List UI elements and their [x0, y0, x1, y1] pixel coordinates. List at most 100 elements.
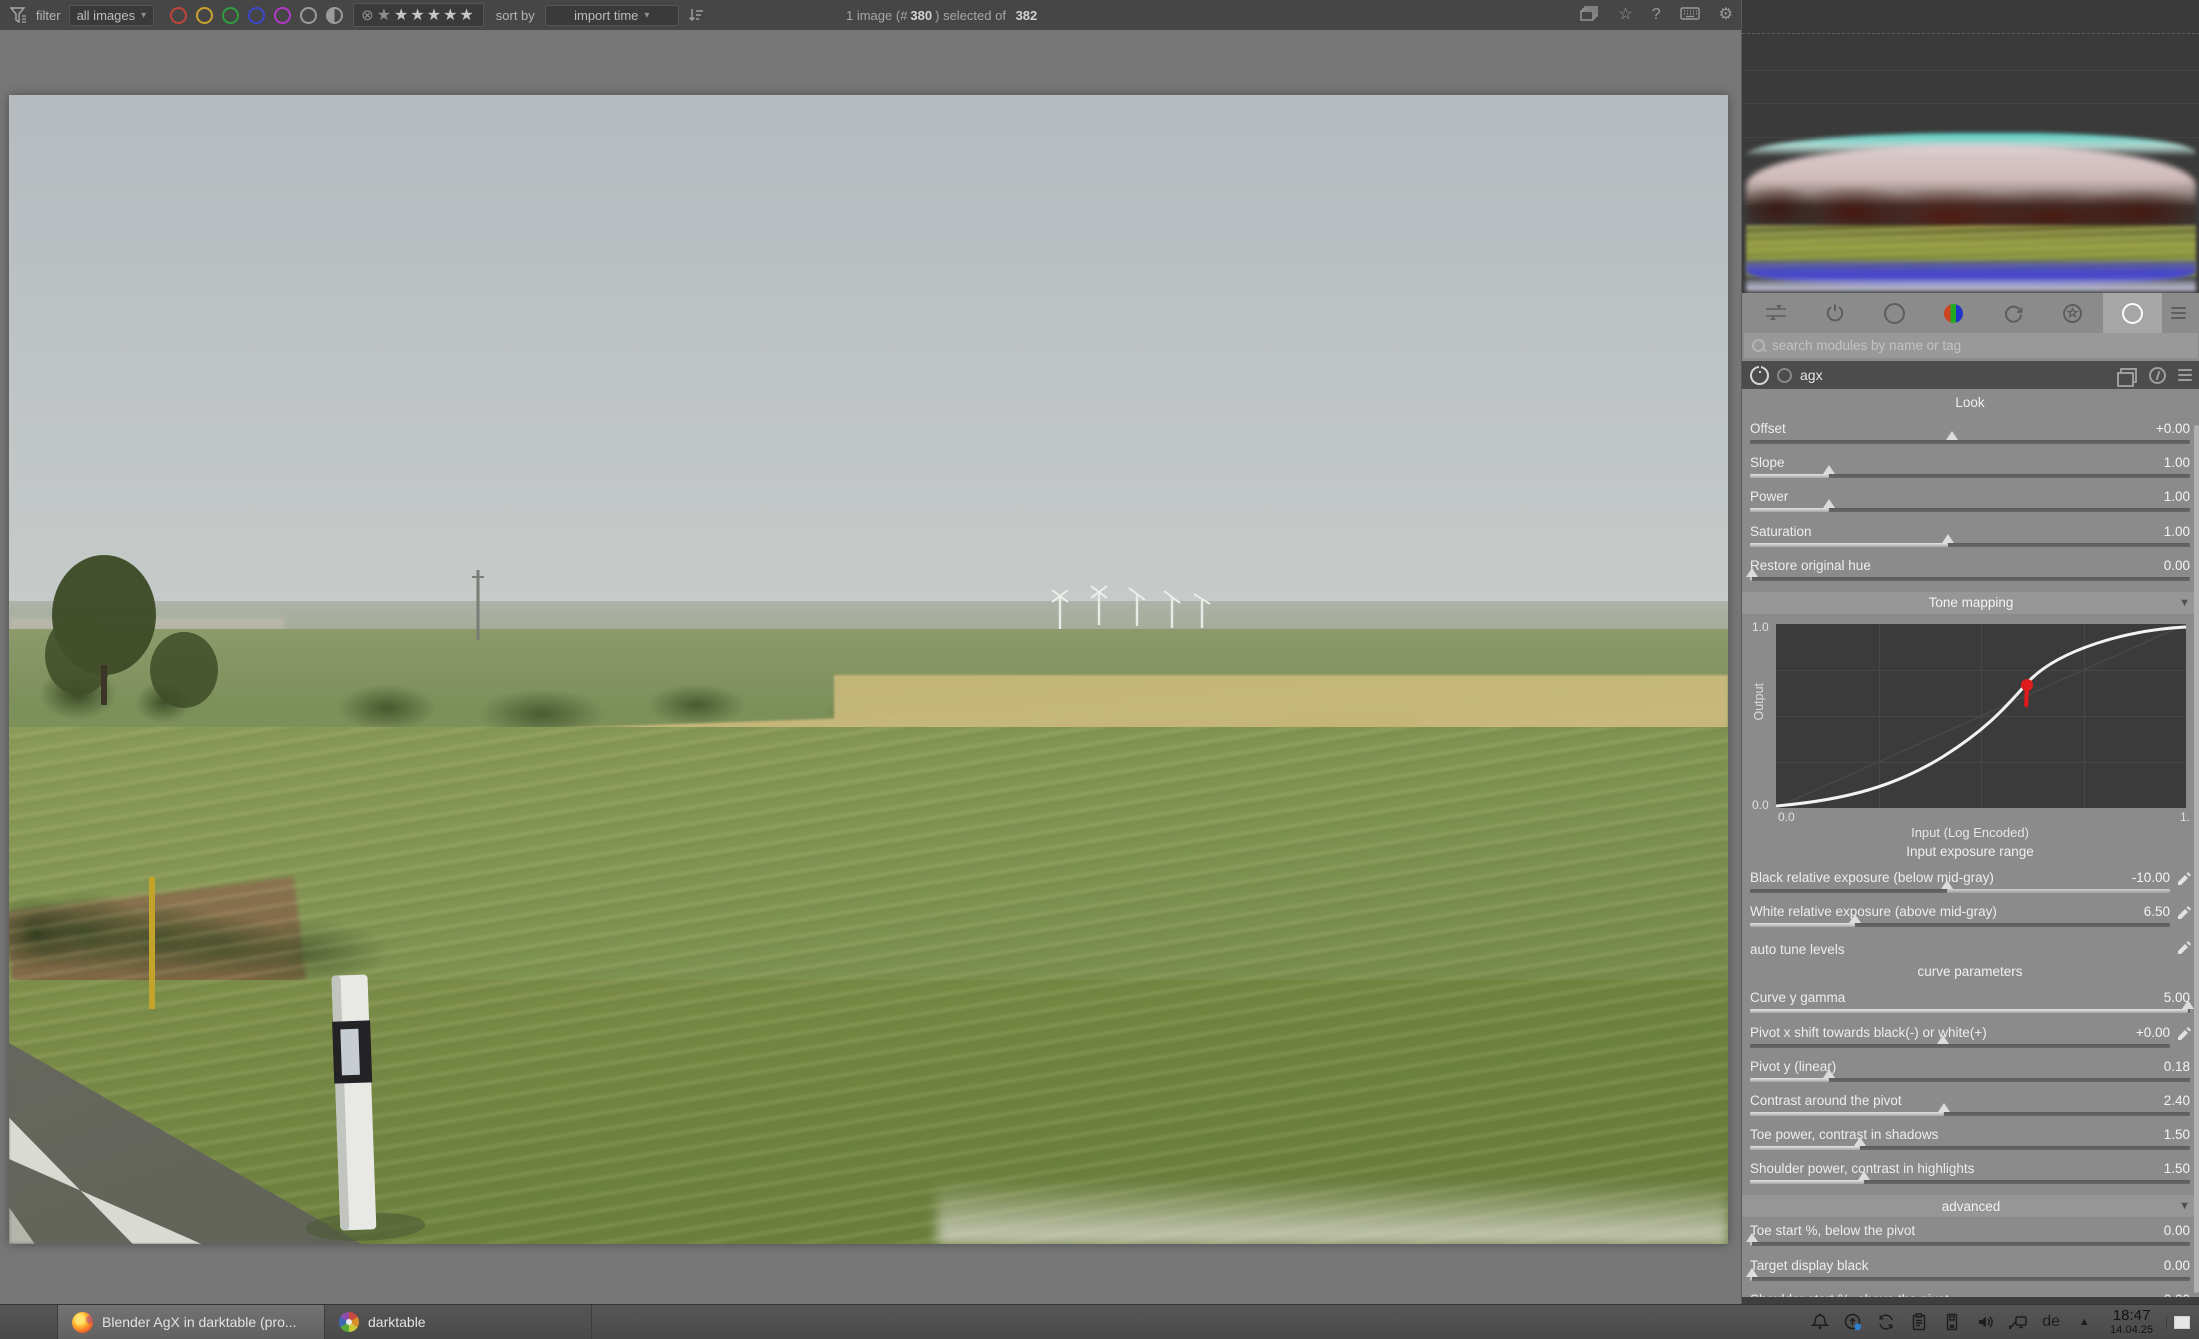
- clock[interactable]: 18:47 14.04.25: [2104, 1308, 2159, 1337]
- tray-expand-icon[interactable]: ▲: [2071, 1316, 2097, 1328]
- reset-parameters-icon[interactable]: [2149, 367, 2166, 384]
- network-icon[interactable]: [2005, 1312, 2031, 1332]
- filter-funnel-icon[interactable]: [10, 7, 28, 23]
- auto-tune-levels-button[interactable]: auto tune levels: [1750, 938, 2190, 960]
- module-title[interactable]: agx: [1800, 367, 1823, 383]
- slider-white-relative-exposure[interactable]: White relative exposure (above mid-gray)…: [1750, 904, 2190, 927]
- panel-scrollbar[interactable]: [2194, 425, 2199, 1293]
- topbar-right-icons: ☆ ? ⚙: [1580, 0, 1733, 30]
- tab-active-modules[interactable]: [1746, 293, 1805, 333]
- panels-layout-icon[interactable]: [1580, 6, 1599, 24]
- star-zero-icon[interactable]: ★: [377, 5, 391, 25]
- taskbar-launcher-area[interactable]: [0, 1305, 58, 1339]
- slider-black-relative-exposure[interactable]: Black relative exposure (below mid-gray)…: [1750, 870, 2190, 893]
- slider-toe-power[interactable]: Toe power, contrast in shadows1.50: [1750, 1127, 2190, 1150]
- sort-direction-icon[interactable]: [687, 7, 704, 23]
- keyboard-shortcuts-icon[interactable]: [1680, 7, 1700, 23]
- color-picker-icon[interactable]: [2177, 940, 2192, 958]
- task-label: Blender AgX in darktable (pro...: [102, 1314, 297, 1330]
- help-icon[interactable]: ?: [1652, 7, 1661, 23]
- show-desktop-button[interactable]: [2166, 1316, 2197, 1329]
- stars-range[interactable]: ★★★★★: [394, 5, 476, 25]
- section-advanced[interactable]: advanced ▼: [1742, 1195, 2199, 1217]
- clock-time: 18:47: [2110, 1308, 2153, 1325]
- slider-toe-start[interactable]: Toe start %, below the pivot0.00: [1750, 1223, 2190, 1246]
- graph-xlabel: Input (Log Encoded): [1750, 825, 2190, 840]
- tab-selected-group[interactable]: [2103, 293, 2162, 333]
- chevron-down-icon: ▾: [644, 10, 649, 21]
- slider-saturation[interactable]: Saturation1.00: [1750, 524, 2190, 547]
- module-mask-indicator-icon: [1777, 368, 1792, 383]
- section-tone-mapping[interactable]: Tone mapping ▼: [1742, 592, 2199, 614]
- top-toolbar: filter all images ▾ ⊗ ★ ★★★★★ sort by im…: [0, 0, 1741, 30]
- tone-curve-graph[interactable]: Output 1.0 0.0 0.0 1. Input (Log Encoded…: [1750, 620, 2190, 842]
- slider-slope[interactable]: Slope1.00: [1750, 455, 2190, 478]
- keyboard-layout-indicator[interactable]: de: [2038, 1313, 2064, 1331]
- slider-target-display-black[interactable]: Target display black0.00: [1750, 1258, 2190, 1281]
- chevron-down-icon: ▾: [141, 10, 146, 21]
- module-power-icon[interactable]: [1750, 366, 1769, 385]
- slider-offset[interactable]: Offset+0.00: [1750, 421, 2190, 444]
- color-label-purple[interactable]: [274, 7, 291, 24]
- color-label-blue[interactable]: [248, 7, 265, 24]
- collapse-arrow-icon: ▼: [2179, 1200, 2190, 1212]
- color-label-toggle-icon[interactable]: [326, 7, 343, 24]
- waveform-histogram[interactable]: [1742, 0, 2199, 293]
- module-search-input[interactable]: search modules by name or tag: [1744, 333, 2198, 358]
- task-firefox[interactable]: Blender AgX in darktable (pro...: [58, 1305, 325, 1339]
- tab-color-group[interactable]: [1924, 293, 1983, 333]
- slider-pivot-x-shift[interactable]: Pivot x shift towards black(-) or white(…: [1750, 1025, 2190, 1048]
- search-icon: [1752, 339, 1765, 352]
- section-curve-parameters: curve parameters: [1750, 964, 2190, 984]
- firefox-icon: [72, 1312, 93, 1333]
- module-header-agx[interactable]: agx: [1742, 361, 2199, 389]
- sort-dropdown[interactable]: import time ▾: [545, 5, 679, 26]
- show-desktop-icon: [2174, 1316, 2190, 1329]
- notifications-bell-icon[interactable]: [1807, 1312, 1833, 1332]
- tab-effects-group[interactable]: [2043, 293, 2102, 333]
- color-label-green[interactable]: [222, 7, 239, 24]
- favorite-star-icon[interactable]: ☆: [1618, 7, 1632, 23]
- color-picker-icon[interactable]: [2177, 1026, 2192, 1044]
- slider-power[interactable]: Power1.00: [1750, 489, 2190, 512]
- slider-curve-y-gamma[interactable]: Curve y gamma5.00: [1750, 990, 2190, 1013]
- volume-icon[interactable]: [1972, 1312, 1998, 1332]
- multi-instance-icon[interactable]: [2120, 368, 2137, 383]
- slider-pivot-y-linear[interactable]: Pivot y (linear)0.18: [1750, 1059, 2190, 1082]
- darkroom-image: [9, 95, 1728, 1244]
- tab-basic-group[interactable]: [1865, 293, 1924, 333]
- slider-restore-original-hue[interactable]: Restore original hue0.00: [1750, 558, 2190, 581]
- taskbar: Blender AgX in darktable (pro... darktab…: [0, 1304, 2199, 1339]
- rating-filter[interactable]: ⊗ ★ ★★★★★: [353, 3, 484, 27]
- color-picker-icon[interactable]: [2177, 871, 2192, 889]
- tab-correct-group[interactable]: [1984, 293, 2043, 333]
- darktable-icon: [339, 1312, 359, 1332]
- removable-media-icon[interactable]: [1939, 1312, 1965, 1332]
- tab-power-group[interactable]: [1805, 293, 1864, 333]
- section-look: Look: [1750, 395, 2190, 415]
- sort-label: sort by: [496, 8, 535, 23]
- presets-menu-icon[interactable]: [2178, 369, 2192, 381]
- clipboard-icon[interactable]: [1906, 1312, 1932, 1332]
- color-label-red[interactable]: [170, 7, 187, 24]
- collection-filter-dropdown[interactable]: all images ▾: [69, 5, 155, 26]
- system-tray: de ▲ 18:47 14.04.25: [1807, 1305, 2199, 1339]
- color-picker-icon[interactable]: [2177, 905, 2192, 923]
- curve-pivot-marker: [2021, 679, 2033, 691]
- task-darktable[interactable]: darktable: [325, 1305, 592, 1339]
- collapse-arrow-icon: ▼: [2179, 597, 2190, 609]
- graph-ylabel: Output: [1752, 683, 1766, 721]
- color-label-yellow[interactable]: [196, 7, 213, 24]
- gear-icon[interactable]: ⚙: [1719, 7, 1733, 23]
- color-label-gray[interactable]: [300, 7, 317, 24]
- slider-contrast-around-pivot[interactable]: Contrast around the pivot2.40: [1750, 1093, 2190, 1116]
- slider-shoulder-power[interactable]: Shoulder power, contrast in highlights1.…: [1750, 1161, 2190, 1184]
- task-label: darktable: [368, 1314, 426, 1330]
- selection-status: 1 image (#380) selected of 382: [846, 0, 1037, 30]
- waveform-trace: [1746, 133, 2196, 293]
- sync-icon[interactable]: [1873, 1312, 1899, 1332]
- reject-icon[interactable]: ⊗: [361, 6, 374, 24]
- software-update-icon[interactable]: [1840, 1312, 1866, 1332]
- photo-details: [9, 95, 1728, 1244]
- module-groups-menu-icon[interactable]: [2162, 293, 2196, 333]
